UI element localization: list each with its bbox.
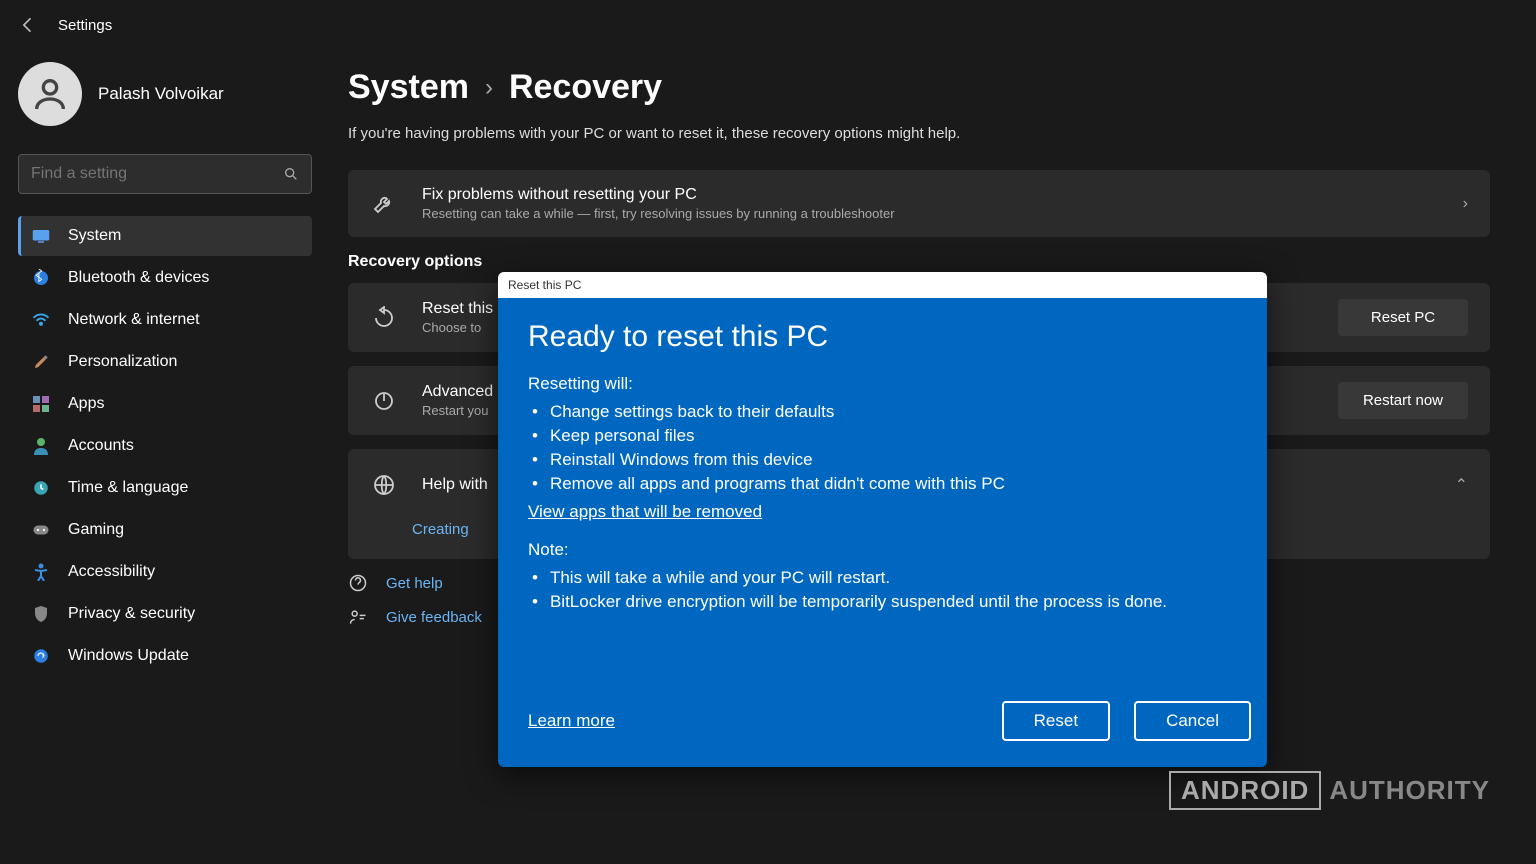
user-name: Palash Volvoikar bbox=[98, 84, 224, 104]
breadcrumb-parent[interactable]: System bbox=[348, 68, 469, 107]
card-title: Fix problems without resetting your PC bbox=[422, 186, 1463, 204]
sidebar-item-time[interactable]: Time & language bbox=[18, 468, 312, 508]
back-arrow-icon[interactable] bbox=[18, 15, 38, 35]
list-item: BitLocker drive encryption will be tempo… bbox=[532, 590, 1237, 614]
list-item: Keep personal files bbox=[532, 424, 1237, 448]
help-link-creating[interactable]: Creating bbox=[412, 521, 469, 538]
paintbrush-icon bbox=[32, 353, 50, 371]
sidebar-item-accessibility[interactable]: Accessibility bbox=[18, 552, 312, 592]
user-profile[interactable]: Palash Volvoikar bbox=[18, 62, 312, 126]
sidebar-item-bluetooth[interactable]: Bluetooth & devices bbox=[18, 258, 312, 298]
settings-title: Settings bbox=[58, 17, 112, 34]
fix-problems-card[interactable]: Fix problems without resetting your PC R… bbox=[348, 170, 1490, 237]
sidebar-item-label: Time & language bbox=[68, 479, 188, 497]
list-item: Remove all apps and programs that didn't… bbox=[532, 472, 1237, 496]
get-help-label[interactable]: Get help bbox=[386, 575, 443, 592]
sidebar-item-label: Apps bbox=[68, 395, 104, 413]
clock-icon bbox=[32, 479, 50, 497]
sidebar-item-personalization[interactable]: Personalization bbox=[18, 342, 312, 382]
chevron-right-icon: › bbox=[1463, 195, 1468, 213]
accessibility-icon bbox=[32, 563, 50, 581]
watermark-text: AUTHORITY bbox=[1329, 775, 1490, 806]
give-feedback-label[interactable]: Give feedback bbox=[386, 609, 482, 626]
chevron-up-icon[interactable]: ⌃ bbox=[1455, 475, 1468, 495]
recovery-options-heading: Recovery options bbox=[348, 253, 1490, 271]
feedback-icon bbox=[348, 607, 368, 627]
watermark: ANDROID AUTHORITY bbox=[1169, 771, 1490, 810]
shield-icon bbox=[32, 605, 50, 623]
search-icon bbox=[283, 166, 299, 182]
restart-now-button[interactable]: Restart now bbox=[1338, 382, 1468, 419]
globe-icon bbox=[370, 471, 398, 499]
reset-pc-dialog: Reset this PC Ready to reset this PC Res… bbox=[498, 272, 1267, 767]
sidebar-item-update[interactable]: Windows Update bbox=[18, 636, 312, 676]
dialog-heading: Ready to reset this PC bbox=[528, 320, 1237, 354]
sidebar-item-label: Bluetooth & devices bbox=[68, 269, 209, 287]
avatar-icon bbox=[18, 62, 82, 126]
reset-button[interactable]: Reset bbox=[1002, 701, 1110, 741]
sidebar-item-label: Accounts bbox=[68, 437, 134, 455]
note-label: Note: bbox=[528, 540, 1237, 560]
sidebar-item-system[interactable]: System bbox=[18, 216, 312, 256]
bluetooth-icon bbox=[32, 269, 50, 287]
note-list: This will take a while and your PC will … bbox=[528, 566, 1237, 614]
sidebar-item-label: Network & internet bbox=[68, 311, 200, 329]
sidebar-item-label: Windows Update bbox=[68, 647, 189, 665]
wifi-icon bbox=[32, 311, 50, 329]
person-icon bbox=[32, 437, 50, 455]
sidebar-item-label: System bbox=[68, 227, 121, 245]
display-icon bbox=[32, 227, 50, 245]
list-item: This will take a while and your PC will … bbox=[532, 566, 1237, 590]
resetting-will-label: Resetting will: bbox=[528, 374, 1237, 394]
list-item: Reinstall Windows from this device bbox=[532, 448, 1237, 472]
search-field[interactable] bbox=[31, 165, 283, 183]
sidebar-item-label: Privacy & security bbox=[68, 605, 195, 623]
view-apps-link[interactable]: View apps that will be removed bbox=[528, 502, 762, 522]
sidebar: Palash Volvoikar System Bluetooth & devi… bbox=[0, 50, 330, 678]
learn-more-link[interactable]: Learn more bbox=[528, 711, 615, 731]
sidebar-item-label: Gaming bbox=[68, 521, 124, 539]
gamepad-icon bbox=[32, 521, 50, 539]
card-desc: Resetting can take a while — first, try … bbox=[422, 206, 1463, 221]
power-icon bbox=[370, 387, 398, 415]
list-item: Change settings back to their defaults bbox=[532, 400, 1237, 424]
sidebar-item-privacy[interactable]: Privacy & security bbox=[18, 594, 312, 634]
sidebar-item-label: Personalization bbox=[68, 353, 177, 371]
breadcrumb-current: Recovery bbox=[509, 68, 662, 107]
sidebar-item-label: Accessibility bbox=[68, 563, 155, 581]
sidebar-item-accounts[interactable]: Accounts bbox=[18, 426, 312, 466]
sidebar-item-gaming[interactable]: Gaming bbox=[18, 510, 312, 550]
update-icon bbox=[32, 647, 50, 665]
chevron-right-icon: › bbox=[485, 74, 493, 102]
watermark-box: ANDROID bbox=[1169, 771, 1321, 810]
reset-icon bbox=[370, 304, 398, 332]
sidebar-item-apps[interactable]: Apps bbox=[18, 384, 312, 424]
cancel-button[interactable]: Cancel bbox=[1134, 701, 1251, 741]
search-input[interactable] bbox=[18, 154, 312, 194]
reset-pc-button[interactable]: Reset PC bbox=[1338, 299, 1468, 336]
resetting-list: Change settings back to their defaults K… bbox=[528, 400, 1237, 496]
sidebar-item-network[interactable]: Network & internet bbox=[18, 300, 312, 340]
wrench-icon bbox=[370, 190, 398, 218]
help-icon bbox=[348, 573, 368, 593]
page-subtitle: If you're having problems with your PC o… bbox=[348, 125, 1490, 142]
dialog-titlebar: Reset this PC bbox=[498, 272, 1267, 298]
apps-icon bbox=[32, 395, 50, 413]
breadcrumb: System › Recovery bbox=[348, 68, 1490, 107]
